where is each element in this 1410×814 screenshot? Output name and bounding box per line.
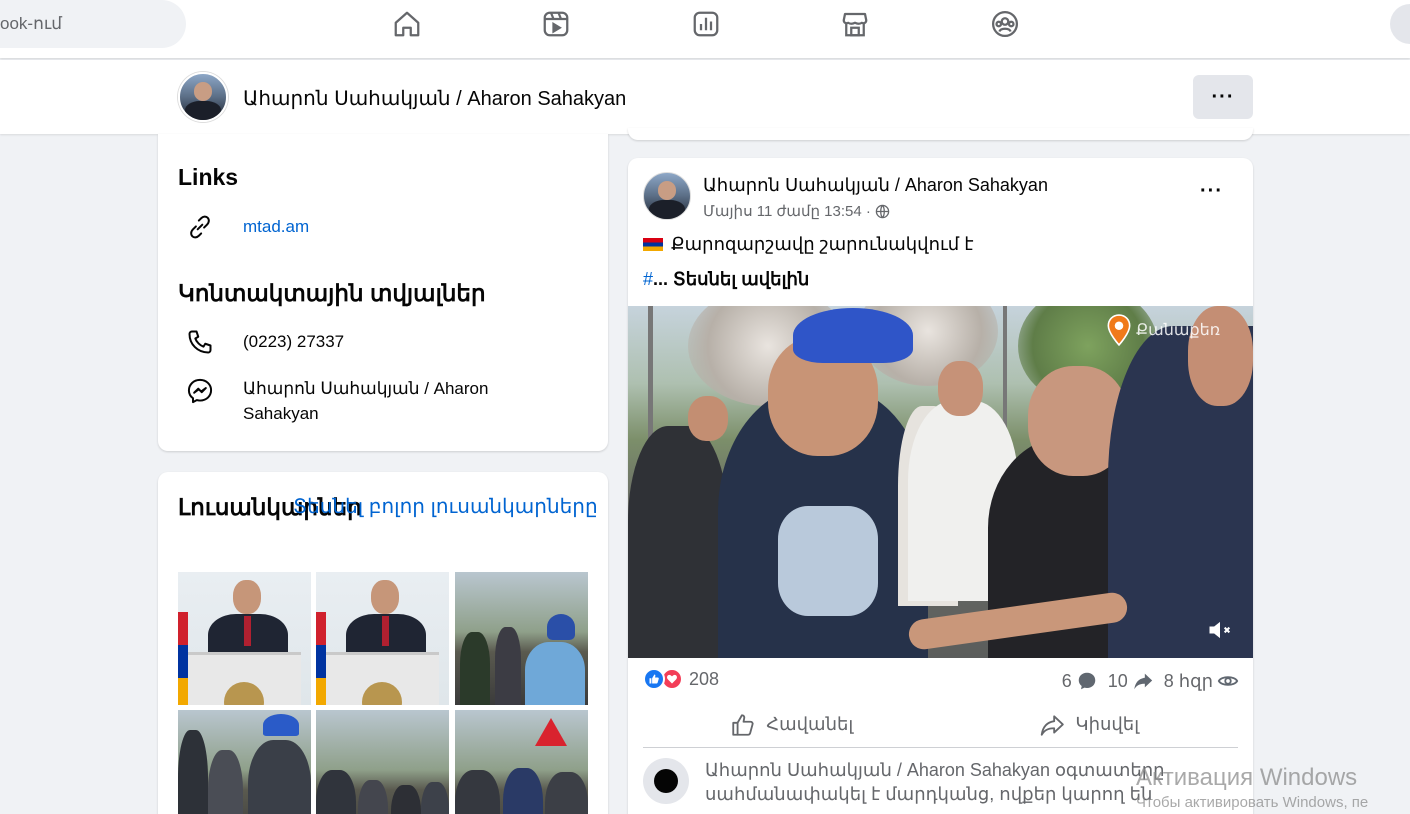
post-meta: Մայիս 11 ժամը 13:54 · bbox=[703, 202, 890, 220]
website-link[interactable]: mtad.am bbox=[243, 214, 523, 239]
like-reaction-icon bbox=[643, 668, 665, 690]
shares-count[interactable]: 10 bbox=[1108, 670, 1154, 692]
previous-post-edge bbox=[628, 128, 1253, 140]
see-all-photos-link[interactable]: Տեսնել բոլոր լուսանկարները bbox=[293, 492, 598, 522]
post-actions: Հավանել Կիսվել bbox=[643, 702, 1238, 748]
profile-avatar[interactable] bbox=[178, 72, 228, 122]
post-options-button[interactable]: ··· bbox=[1200, 180, 1223, 203]
profile-sticky-header: Ահարոն Սահակյան / Aharon Sahakyan ··· bbox=[0, 60, 1410, 134]
share-button[interactable]: Կիսվել bbox=[941, 702, 1239, 747]
mute-icon[interactable] bbox=[1206, 616, 1234, 644]
home-icon[interactable] bbox=[391, 8, 423, 40]
thumbs-up-icon bbox=[732, 713, 754, 736]
windows-activation-watermark: Активация Windows Чтобы активировать Win… bbox=[1136, 764, 1368, 811]
like-label: Հավանել bbox=[766, 714, 854, 734]
stats-icon[interactable] bbox=[690, 8, 722, 40]
video-icon[interactable] bbox=[540, 8, 572, 40]
post-text-line: Քարոզարշավը շարունակվում է bbox=[671, 234, 974, 254]
post-author-avatar[interactable] bbox=[643, 172, 691, 220]
phone-icon bbox=[178, 327, 228, 357]
post-video[interactable]: Քանաքեռ bbox=[628, 306, 1253, 658]
messenger-row: Ահարոն Սահակյան / Aharon Sahakyan bbox=[178, 376, 523, 426]
profile-more-button[interactable]: ··· bbox=[1193, 75, 1253, 119]
groups-icon[interactable] bbox=[989, 8, 1021, 40]
comments-count[interactable]: 6 bbox=[1062, 670, 1098, 692]
reaction-count: 208 bbox=[689, 668, 720, 689]
comment-icon bbox=[1078, 672, 1095, 690]
hashtag-link[interactable]: # bbox=[643, 269, 653, 289]
photo-thumbnail[interactable] bbox=[455, 710, 588, 814]
photo-thumbnail[interactable] bbox=[316, 572, 449, 705]
comment-restriction-icon bbox=[643, 758, 689, 804]
eye-icon bbox=[1217, 676, 1239, 686]
post-text: Քարոզարշավը շարունակվում է bbox=[643, 234, 973, 255]
photo-thumbnail[interactable] bbox=[178, 572, 311, 705]
links-title: Links bbox=[178, 164, 239, 190]
globe-icon bbox=[875, 204, 890, 218]
share-icon bbox=[1041, 714, 1065, 736]
profile-name[interactable]: Ահարոն Սահակյան / Aharon Sahakyan bbox=[243, 86, 626, 111]
photos-card: Լուսանկարներ Տեսնել բոլոր լուսանկարները bbox=[158, 472, 608, 814]
top-navigation-bar: ook-ում bbox=[0, 0, 1410, 58]
marketplace-icon[interactable] bbox=[839, 8, 871, 40]
phone-number: (0223) 27337 bbox=[243, 332, 345, 351]
armenia-flag-icon bbox=[643, 238, 663, 251]
see-more-link[interactable]: ... Տեսնել ավելին bbox=[653, 269, 809, 289]
search-input[interactable]: ook-ում bbox=[0, 0, 186, 48]
post-date[interactable]: Մայիս 11 ժամը 13:54 · bbox=[703, 202, 871, 220]
watermark-title: Активация Windows bbox=[1136, 764, 1358, 791]
share-label: Կիսվել bbox=[1075, 714, 1140, 734]
post-stats: 6 10 8 հզր bbox=[1062, 670, 1239, 692]
video-location-label: Քանաքեռ bbox=[1136, 322, 1221, 339]
views-count: 8 հզր bbox=[1164, 670, 1239, 692]
phone-row: (0223) 27337 bbox=[178, 327, 523, 357]
watermark-subtitle: Чтобы активировать Windows, пе bbox=[1136, 794, 1369, 811]
share-count-icon bbox=[1134, 673, 1152, 690]
intro-card: Links mtad.am Կոնտակտային տվյալներ (0223… bbox=[158, 134, 608, 451]
post-text-continued: #... Տեսնել ավելին bbox=[643, 269, 809, 290]
website-row: mtad.am bbox=[178, 212, 523, 242]
contact-title: Կոնտակտային տվյալներ bbox=[178, 280, 486, 306]
reactions-summary[interactable]: 208 bbox=[643, 668, 719, 690]
post-card: Ահարոն Սահակյան / Aharon Sahakyan Մայիս … bbox=[628, 158, 1253, 814]
photo-thumbnail[interactable] bbox=[455, 572, 588, 705]
link-icon bbox=[178, 212, 228, 242]
photo-thumbnail[interactable] bbox=[178, 710, 311, 814]
photos-title: Լուսանկարներ bbox=[178, 494, 362, 520]
like-button[interactable]: Հավանել bbox=[643, 702, 941, 747]
account-menu-button[interactable] bbox=[1390, 4, 1410, 44]
post-author-name[interactable]: Ահարոն Սահակյան / Aharon Sahakyan bbox=[703, 175, 1048, 196]
comment-restriction-text: Ահարոն Սահակյան / Aharon Sahakyan օգտատե… bbox=[705, 760, 1165, 804]
messenger-name[interactable]: Ահարոն Սահակյան / Aharon Sahakyan bbox=[243, 376, 523, 426]
messenger-icon bbox=[178, 376, 228, 406]
location-pin-icon bbox=[1107, 314, 1131, 346]
photo-thumbnail[interactable] bbox=[316, 710, 449, 814]
